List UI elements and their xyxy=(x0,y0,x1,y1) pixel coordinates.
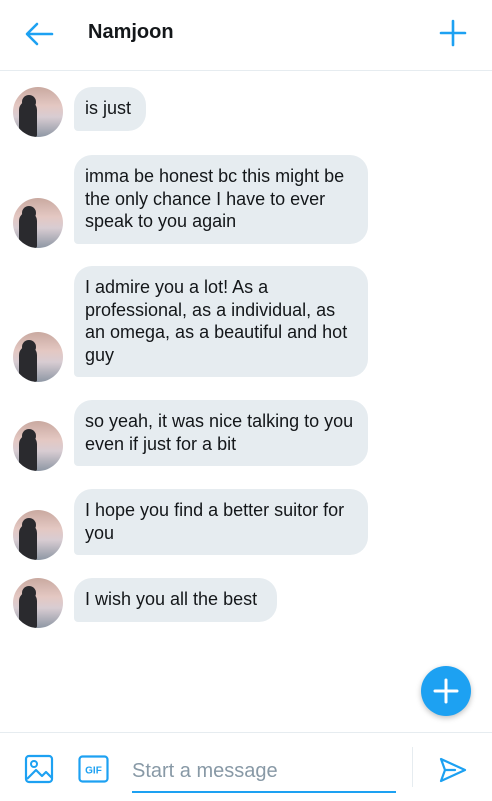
plus-icon xyxy=(439,19,467,47)
message-bubble[interactable]: I wish you all the best xyxy=(74,578,277,622)
message-bubble[interactable]: I hope you find a better suitor for you xyxy=(74,489,368,555)
message-input[interactable] xyxy=(132,755,396,793)
avatar-figure-body xyxy=(19,212,37,248)
avatar[interactable] xyxy=(13,421,63,471)
gif-icon: GIF xyxy=(78,755,109,783)
plus-icon xyxy=(433,678,459,704)
add-photo-button[interactable] xyxy=(24,754,54,784)
message-bubble[interactable]: I admire you a lot! As a professional, a… xyxy=(74,266,368,377)
avatar[interactable] xyxy=(13,198,63,248)
compose-fab-button[interactable] xyxy=(421,666,471,716)
avatar-figure-body xyxy=(19,346,37,382)
image-icon xyxy=(24,754,54,784)
send-button[interactable] xyxy=(438,755,468,785)
send-icon xyxy=(439,757,467,783)
avatar-figure-body xyxy=(19,592,37,628)
add-gif-button[interactable]: GIF xyxy=(78,755,109,783)
new-message-button[interactable] xyxy=(438,18,468,48)
avatar[interactable] xyxy=(13,578,63,628)
avatar-figure-body xyxy=(19,101,37,137)
arrow-left-icon xyxy=(25,22,54,46)
back-button[interactable] xyxy=(22,18,56,50)
conversation-header: Namjoon xyxy=(0,0,492,71)
avatar-figure-body xyxy=(19,524,37,560)
composer-divider xyxy=(412,747,413,787)
avatar[interactable] xyxy=(13,332,63,382)
avatar[interactable] xyxy=(13,87,63,137)
avatar[interactable] xyxy=(13,510,63,560)
message-bubble[interactable]: imma be honest bc this might be the only… xyxy=(74,155,368,244)
conversation-title: Namjoon xyxy=(88,21,174,43)
gif-label: GIF xyxy=(85,766,102,777)
message-bubble[interactable]: is just xyxy=(74,87,146,131)
message-bubble[interactable]: so yeah, it was nice talking to you even… xyxy=(74,400,368,466)
message-composer: GIF xyxy=(0,732,492,801)
avatar-figure-body xyxy=(19,435,37,471)
